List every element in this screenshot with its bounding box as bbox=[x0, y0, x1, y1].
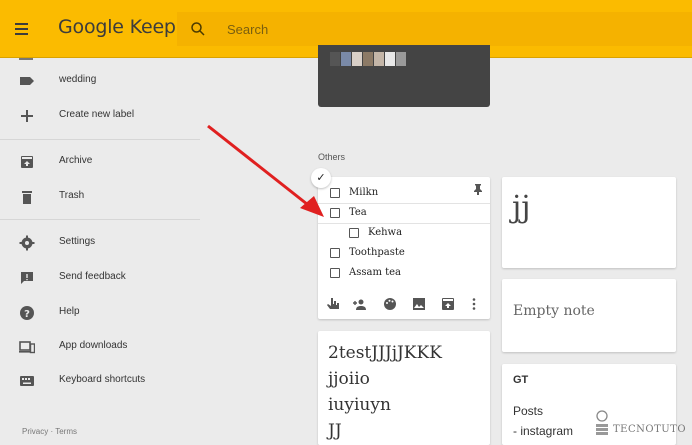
privacy-link[interactable]: Privacy bbox=[22, 427, 48, 436]
sidebar-item-label: App downloads bbox=[59, 340, 128, 351]
blurred-image bbox=[330, 52, 340, 66]
list-item-text[interactable]: Assam tea bbox=[349, 267, 401, 278]
plus-icon bbox=[21, 110, 33, 122]
list-item: Milkn bbox=[318, 184, 468, 204]
sidebar-item-archive[interactable]: Archive bbox=[0, 145, 200, 179]
search-input[interactable] bbox=[227, 12, 667, 46]
menu-icon-bar bbox=[15, 33, 28, 35]
sidebar-item-label: Trash bbox=[59, 190, 85, 201]
blurred-image bbox=[363, 52, 373, 66]
sidebar-item-label: Create new label bbox=[59, 109, 135, 120]
sidebar-item-label: Help bbox=[59, 306, 80, 317]
collaborator-icon[interactable] bbox=[353, 297, 367, 311]
list-item-text[interactable]: Tea bbox=[349, 207, 367, 218]
annotation-arrow bbox=[207, 124, 324, 217]
menu-icon-bar bbox=[15, 23, 28, 25]
help-icon: ? bbox=[20, 306, 34, 320]
list-item-text[interactable]: Kehwa bbox=[368, 227, 402, 238]
search-icon[interactable] bbox=[189, 20, 207, 38]
checkbox[interactable] bbox=[330, 188, 340, 198]
blurred-image bbox=[341, 52, 351, 66]
sidebar-item-help[interactable]: ? Help bbox=[0, 296, 200, 330]
blurred-image bbox=[352, 52, 362, 66]
image-icon[interactable] bbox=[412, 297, 426, 311]
trash-icon bbox=[22, 191, 32, 204]
terms-link[interactable]: Terms bbox=[55, 427, 77, 436]
note-text: - instagram bbox=[513, 424, 574, 438]
note-text: jjoiio bbox=[328, 369, 370, 389]
footer-separator: · bbox=[50, 427, 54, 436]
sidebar-item-wedding[interactable]: wedding bbox=[0, 64, 200, 98]
scroll-edge-icon bbox=[19, 58, 33, 60]
list-item-text[interactable]: Milkn bbox=[349, 187, 378, 198]
note-text: 2testJJJjJKKK bbox=[328, 343, 442, 363]
palette-icon[interactable] bbox=[383, 297, 397, 311]
main-menu-button[interactable] bbox=[12, 17, 36, 41]
sidebar-item-label: Archive bbox=[59, 155, 93, 166]
pin-icon[interactable] bbox=[473, 183, 483, 195]
sidebar-divider bbox=[0, 139, 200, 140]
sidebar-footer: Privacy · Terms bbox=[22, 427, 77, 436]
svg-text:?: ? bbox=[24, 309, 30, 320]
sidebar-item-label: Keyboard shortcuts bbox=[59, 374, 146, 385]
list-item: Kehwa bbox=[318, 224, 490, 244]
sidebar-item-label: Settings bbox=[59, 236, 96, 247]
blurred-image bbox=[396, 52, 406, 66]
checkbox[interactable] bbox=[349, 228, 359, 238]
sidebar-item-label: wedding bbox=[59, 74, 97, 85]
more-icon[interactable] bbox=[467, 297, 481, 311]
sidebar-item-create-label[interactable]: Create new label bbox=[0, 99, 200, 133]
devices-icon bbox=[19, 341, 35, 354]
checkbox[interactable] bbox=[330, 248, 340, 258]
sidebar-item-keyboard-shortcuts[interactable]: Keyboard shortcuts bbox=[0, 364, 200, 398]
sidebar-item-app-downloads[interactable]: App downloads bbox=[0, 330, 200, 364]
checkbox[interactable] bbox=[330, 268, 340, 278]
note-text: jj bbox=[512, 190, 531, 225]
label-icon bbox=[20, 77, 34, 85]
watermark-text: TECNOTUTO bbox=[613, 424, 687, 435]
note-text: JJ bbox=[328, 421, 342, 441]
checkbox[interactable] bbox=[330, 208, 340, 218]
reminder-icon[interactable] bbox=[326, 297, 340, 311]
gear-icon bbox=[19, 235, 35, 251]
blurred-image bbox=[385, 52, 395, 66]
list-item: Toothpaste bbox=[318, 244, 490, 264]
list-item-text[interactable]: Toothpaste bbox=[349, 247, 405, 258]
note-title: GT bbox=[513, 374, 529, 386]
watermark-logo-icon bbox=[596, 410, 608, 435]
sidebar-item-send-feedback[interactable]: Send feedback bbox=[0, 261, 200, 295]
note-text: Posts bbox=[513, 404, 544, 418]
archive-icon bbox=[21, 156, 33, 168]
sidebar-divider bbox=[0, 219, 200, 220]
feedback-icon bbox=[21, 272, 33, 284]
list-item: Assam tea bbox=[318, 264, 490, 284]
blurred-image bbox=[374, 52, 384, 66]
archive-icon[interactable] bbox=[441, 297, 455, 311]
sidebar-item-trash[interactable]: Trash bbox=[0, 180, 200, 214]
search-bar[interactable] bbox=[177, 12, 692, 46]
app-title[interactable]: Google Keep bbox=[58, 16, 176, 38]
list-item: Tea bbox=[318, 204, 490, 224]
sidebar-item-label: Send feedback bbox=[59, 271, 126, 282]
sidebar-item-settings[interactable]: Settings bbox=[0, 226, 200, 260]
menu-icon-bar bbox=[15, 28, 28, 30]
keyboard-icon bbox=[20, 376, 34, 386]
empty-note-text: Empty note bbox=[513, 303, 595, 319]
note-text: iuyiuyn bbox=[328, 395, 391, 415]
